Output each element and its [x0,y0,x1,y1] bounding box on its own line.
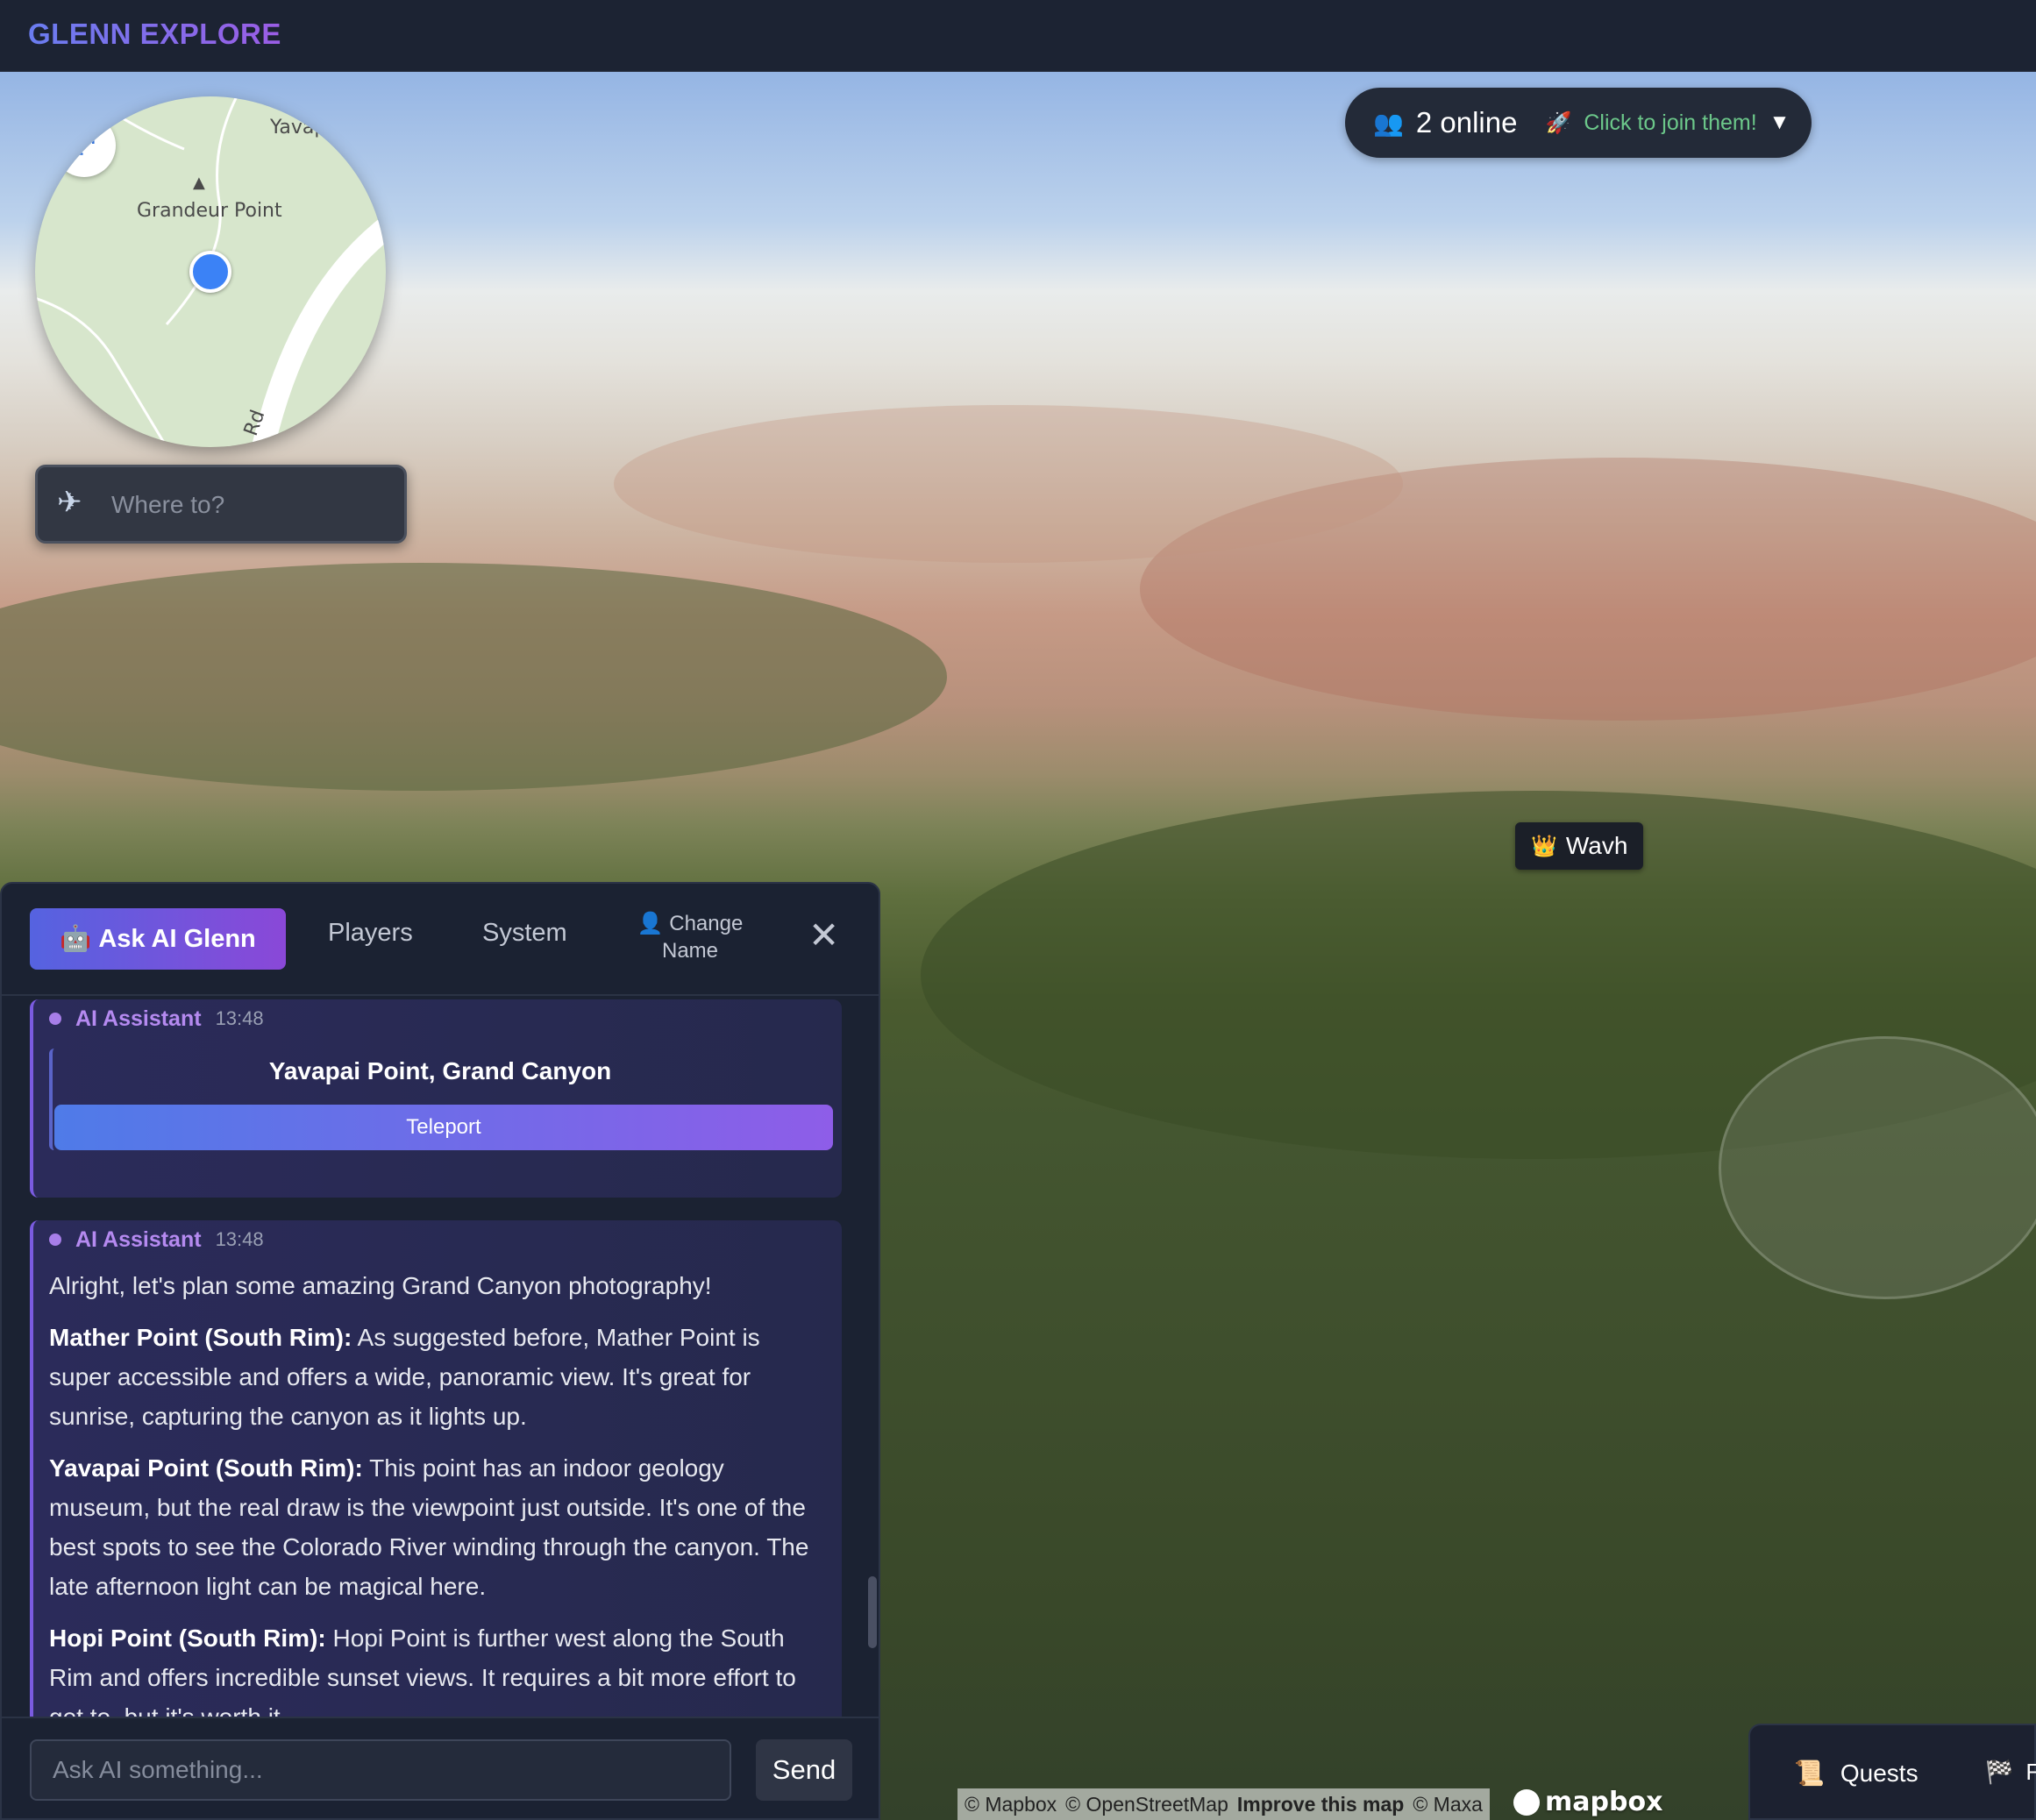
send-button[interactable]: Send [756,1739,852,1801]
checkered-flag-icon: 🏁 [1985,1759,2014,1785]
location-card: Yavapai Point, Grand Canyon Teleport [49,1049,833,1150]
chevron-down-icon[interactable]: ▼ [1769,110,1790,135]
scroll-icon: 📜 [1794,1760,1825,1787]
terrain-mesa [0,563,947,791]
tab-ask-ai-glenn[interactable]: 🤖 Ask AI Glenn [30,908,286,970]
people-icon: 👥 [1373,109,1404,137]
chat-message: AI Assistant 13:48 Alright, let's plan s… [30,1220,842,1717]
mapbox-logo-icon [1513,1788,1540,1816]
tab-change-name-label: Change Name [661,912,744,963]
message-body: Alright, let's plan some amazing Grand C… [49,1266,826,1717]
message-time: 13:48 [215,1228,264,1250]
map-attribution: © Mapbox © OpenStreetMap Improve this ma… [957,1788,1490,1820]
minimap-label-yavapai: Yavap Mus [270,117,372,139]
message-sender: AI Assistant [75,1226,202,1252]
chat-tabs: 🤖 Ask AI Glenn Players System 👤 Change N… [2,884,879,996]
where-to-search[interactable]: ✈ [35,465,407,544]
chat-messages[interactable]: AI Assistant 13:48 Yavapai Point, Grand … [2,998,879,1717]
online-count: 2 online [1415,106,1518,139]
message-intro: Alright, let's plan some amazing Grand C… [49,1272,712,1299]
maxar-attribution-link[interactable]: © Maxa [1413,1793,1483,1816]
airplane-icon: ✈ [57,486,82,519]
chat-compose: Send [2,1717,879,1818]
rocket-icon: 🚀 [1545,110,1572,135]
app-brand[interactable]: GLENN EXPLORE [28,18,281,51]
status-dot-icon [49,1013,61,1025]
teleport-button[interactable]: Teleport [54,1105,833,1150]
location-title: Yavapai Point, Grand Canyon [268,1057,612,1084]
player-name: Wavh [1565,832,1628,859]
message-time: 13:48 [215,1007,264,1029]
chat-scrollbar[interactable] [868,1576,877,1648]
race-button[interactable]: 🏁 F [1985,1759,2036,1786]
message-item: Mather Point (South Rim): As suggested b… [49,1318,826,1436]
chat-panel: 🤖 Ask AI Glenn Players System 👤 Change N… [0,882,880,1820]
where-to-input[interactable] [111,483,392,527]
online-players-pill[interactable]: 👥 2 online 🚀 Click to join them! ▼ [1345,88,1812,158]
item-title: Yavapai Point (South Rim): [49,1454,363,1482]
mapbox-logo-text: mapbox [1545,1787,1663,1817]
user-location-marker [189,251,231,293]
quests-label: Quests [1840,1759,1919,1787]
mapbox-attribution-link[interactable]: © Mapbox [965,1793,1057,1816]
message-header: AI Assistant 13:48 [49,1220,826,1259]
village-area [1719,1036,2036,1299]
mountain-icon: ▲ [193,174,205,192]
minimap[interactable]: ⤢ Yavap Mus ▲ Grandeur Point Rd [35,96,386,447]
message-item: Yavapai Point (South Rim): This point ha… [49,1448,826,1606]
race-label: F [2025,1759,2036,1785]
tab-ask-ai-label: Ask AI Glenn [98,924,256,953]
minimap-label-grandeur: Grandeur Point [137,200,282,222]
chat-message: AI Assistant 13:48 Yavapai Point, Grand … [30,999,842,1198]
improve-map-link[interactable]: Improve this map [1237,1793,1404,1816]
ask-ai-input[interactable] [30,1739,731,1801]
top-bar: GLENN EXPLORE [0,0,2036,72]
osm-attribution-link[interactable]: © OpenStreetMap [1065,1793,1228,1816]
item-title: Hopi Point (South Rim): [49,1624,326,1652]
tab-change-name[interactable]: 👤 Change Name [633,910,747,964]
tab-players[interactable]: Players [328,919,413,948]
player-name-tag[interactable]: 👑 Wavh [1515,822,1644,870]
message-item: Hopi Point (South Rim): Hopi Point is fu… [49,1618,826,1717]
mapbox-logo[interactable]: mapbox [1513,1787,1662,1817]
tab-system[interactable]: System [482,919,567,948]
crown-icon: 👑 [1531,834,1557,858]
user-icon: 👤 [637,912,664,935]
quests-button[interactable]: 📜 Quests [1794,1759,1919,1788]
expand-arrows-icon[interactable]: ⤢ [53,114,116,177]
status-dot-icon [49,1233,61,1246]
terrain-ridge [614,405,1403,563]
message-sender: AI Assistant [75,1006,202,1031]
robot-icon: 🤖 [60,925,92,953]
item-title: Mather Point (South Rim): [49,1324,352,1351]
join-players-link[interactable]: Click to join them! [1584,110,1756,136]
message-header: AI Assistant 13:48 [49,999,826,1038]
quest-bar: 📜 Quests 🏁 F [1748,1724,2036,1820]
close-icon[interactable]: ✕ [808,917,839,954]
